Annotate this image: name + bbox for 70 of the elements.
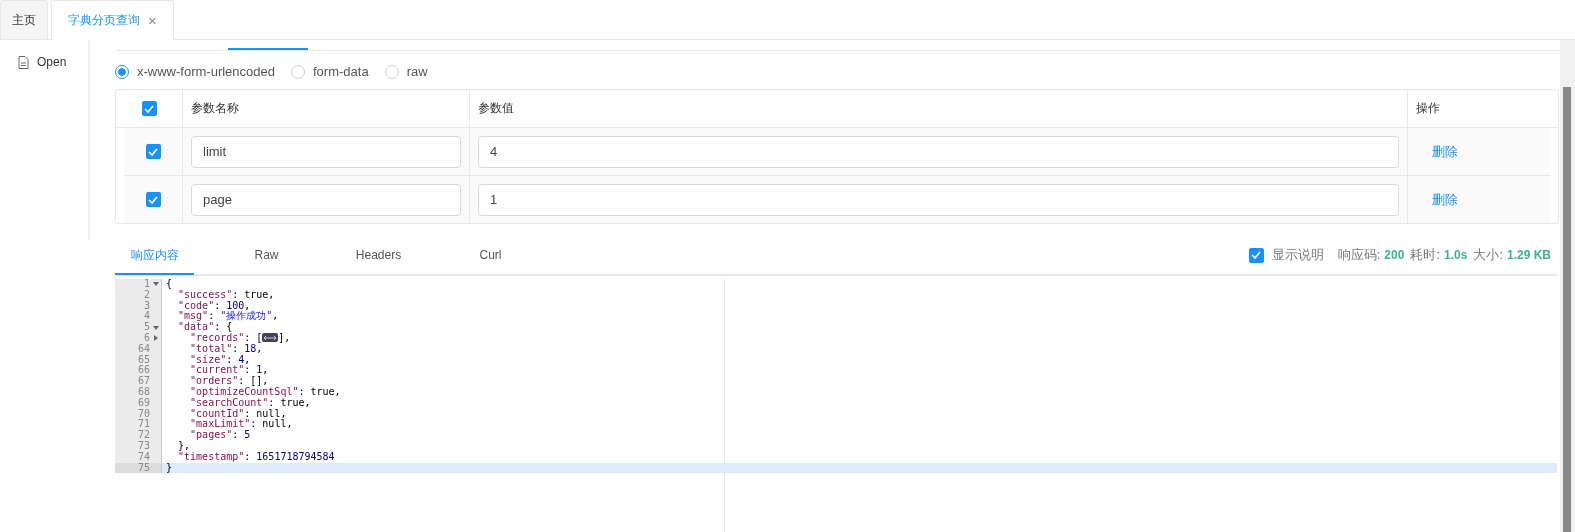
column-header: 参数名称 bbox=[191, 100, 239, 117]
code-line: "orders": [], bbox=[189, 376, 270, 387]
code-line: "searchCount": true, bbox=[189, 397, 312, 409]
line-number: 74 bbox=[137, 451, 151, 463]
line-number: 73 bbox=[137, 440, 151, 452]
meta-label: 耗时: bbox=[1410, 246, 1440, 264]
radio-option[interactable]: form-data bbox=[291, 64, 369, 79]
page-tab[interactable]: 字典分页查询 × bbox=[51, 0, 174, 40]
meta-label: 大小: bbox=[1473, 246, 1503, 264]
line-number: 69 bbox=[137, 397, 151, 409]
checkbox[interactable] bbox=[145, 144, 161, 159]
line-number: 67 bbox=[137, 376, 151, 387]
fold-icon[interactable] bbox=[153, 324, 159, 331]
document-icon bbox=[18, 55, 29, 69]
line-number: 71 bbox=[137, 419, 151, 430]
checkbox[interactable] bbox=[1248, 247, 1264, 263]
meta-value: 1.29 KB bbox=[1506, 248, 1551, 262]
unfold-icon[interactable] bbox=[153, 335, 159, 342]
line-number: 2 bbox=[143, 289, 151, 301]
line-number: 4 bbox=[143, 311, 151, 322]
scrollbar-thumb[interactable] bbox=[1563, 87, 1571, 532]
code-line: "maxLimit": null, bbox=[189, 419, 294, 430]
collapsed-marker-icon[interactable] bbox=[262, 333, 279, 343]
code-line: "code": 100, bbox=[177, 300, 252, 311]
code-line: "timestamp": 1651718794584 bbox=[177, 451, 336, 463]
close-icon[interactable]: × bbox=[148, 12, 157, 29]
checkbox[interactable] bbox=[141, 101, 157, 116]
param-name-field[interactable]: limit bbox=[191, 135, 461, 168]
line-number: 1 bbox=[143, 279, 151, 290]
line-number: 3 bbox=[143, 300, 151, 311]
param-value-field[interactable]: 4 bbox=[478, 135, 1399, 168]
page-tab[interactable]: 主页 bbox=[0, 0, 48, 39]
radio-icon[interactable] bbox=[115, 64, 129, 79]
checkbox[interactable] bbox=[145, 192, 161, 207]
meta-value: 1.0s bbox=[1444, 248, 1468, 262]
checkbox-label: 显示说明 bbox=[1271, 246, 1324, 264]
meta-value: 200 bbox=[1384, 248, 1405, 262]
code-line: "records": [ ], bbox=[189, 333, 292, 344]
fold-icon[interactable] bbox=[153, 281, 159, 288]
radio-option[interactable]: raw bbox=[384, 64, 428, 79]
line-number: 68 bbox=[137, 386, 151, 398]
response-tab[interactable]: Headers bbox=[339, 236, 418, 274]
meta-label: 响应码: bbox=[1337, 246, 1381, 264]
column-header: 操作 bbox=[1416, 100, 1440, 117]
code-line: "current": 1, bbox=[189, 365, 270, 376]
sidebar-item[interactable]: Open bbox=[0, 55, 88, 69]
line-number: 70 bbox=[137, 408, 151, 419]
code-line: "success": true, bbox=[177, 289, 276, 301]
code-line: }, bbox=[177, 440, 191, 452]
radio-option[interactable]: x-www-form-urlencoded bbox=[115, 64, 275, 79]
response-tab[interactable]: Curl bbox=[451, 236, 530, 274]
code-line: "size": 4, bbox=[189, 354, 252, 365]
line-number: 65 bbox=[137, 354, 151, 365]
line-number: 64 bbox=[137, 343, 151, 355]
code-line: "pages": 5 bbox=[189, 430, 252, 441]
line-number: 75 bbox=[137, 462, 151, 474]
param-value-field[interactable]: 1 bbox=[478, 183, 1399, 216]
line-number: 66 bbox=[137, 365, 151, 376]
param-name-field[interactable]: page bbox=[191, 183, 461, 216]
code-line: "total": 18, bbox=[189, 343, 264, 355]
line-number: 5 bbox=[143, 322, 151, 333]
code-line: { bbox=[165, 279, 174, 290]
line-number: 72 bbox=[137, 430, 151, 441]
code-line: "msg": "操作成功", bbox=[177, 311, 280, 323]
code-line: "optimizeCountSql": true, bbox=[189, 386, 342, 398]
code-line: "countId": null, bbox=[189, 408, 288, 419]
line-number: 6 bbox=[143, 333, 151, 344]
code-line: "data": { bbox=[177, 322, 234, 333]
column-header: 参数值 bbox=[478, 100, 514, 117]
response-tab[interactable]: Raw bbox=[227, 236, 306, 274]
